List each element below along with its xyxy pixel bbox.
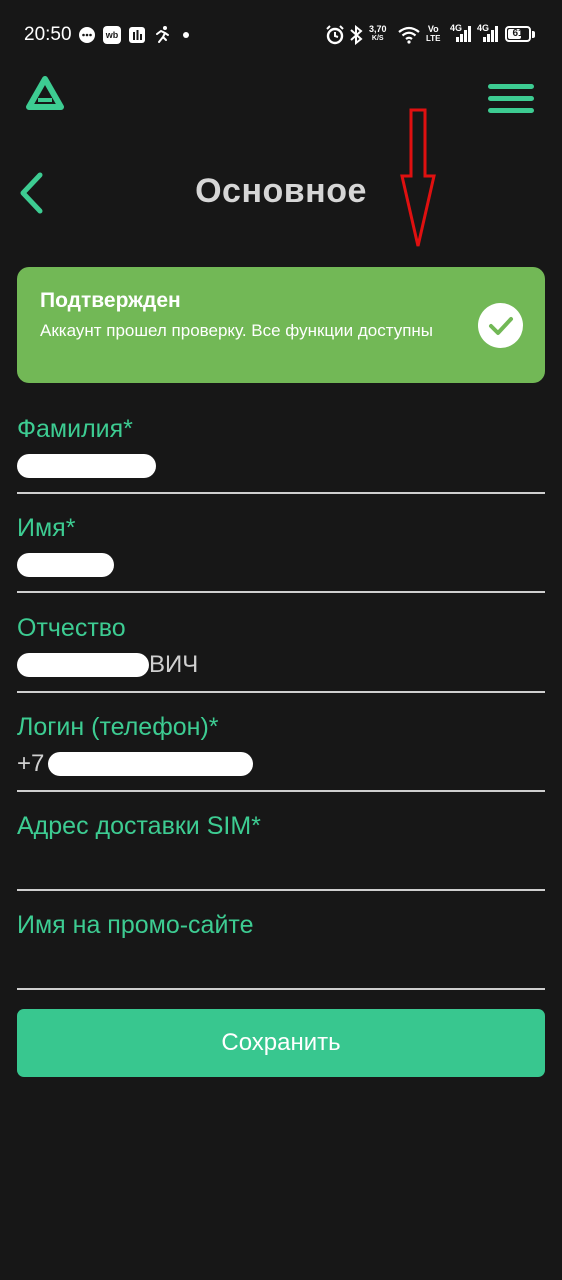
network-speed-value: 3,70 [369,24,387,34]
annotation-arrow-icon [398,106,438,252]
sim1-label: 4G [450,23,463,33]
redacted-value [17,454,156,478]
patronymic-input[interactable]: ВИЧ [17,650,198,680]
save-button[interactable]: Сохранить [17,1009,545,1077]
login-input[interactable]: +7 [17,749,254,779]
wb-app-icon: wb [103,24,121,46]
verified-text: Аккаунт прошел проверку. Все функции дос… [40,321,434,340]
page-title: Основное [195,172,367,210]
message-icon [78,24,96,46]
sim2-label: 4G [477,23,490,33]
network-speed-unit: K/S [371,35,384,42]
status-bar: 20:50 wb 3,70 K/S Vo LTE 4G 4G 61 [0,0,562,70]
name-input[interactable] [17,550,114,580]
volte-bottom: LTE [426,34,441,43]
promo-name-field[interactable]: Имя на промо-сайте [17,911,545,991]
login-prefix: +7 [17,750,45,777]
verified-status-card: Подтвержден Аккаунт прошел проверку. Все… [17,267,545,383]
patronymic-field[interactable]: Отчество ВИЧ [17,614,545,694]
login-label: Логин (телефон)* [17,713,219,741]
patronymic-underline [17,691,545,693]
signal-icon: 4G [450,22,472,44]
hamburger-menu-icon[interactable] [486,82,536,116]
redacted-value [17,553,114,577]
running-icon [153,24,171,46]
wifi-icon [398,24,420,46]
patronymic-suffix: ВИЧ [149,651,199,678]
surname-underline [17,492,545,494]
alarm-icon [325,24,345,46]
bluetooth-icon [349,24,363,46]
address-field[interactable]: Адрес доставки SIM* [17,812,545,892]
battery-level: 61 [512,28,524,39]
notification-dot-icon [183,24,189,46]
patronymic-label: Отчество [17,614,126,642]
promo-name-label: Имя на промо-сайте [17,911,254,939]
triangle-logo-icon[interactable] [26,76,64,110]
battery-nub [532,31,535,38]
battery-icon: 61 [505,26,531,42]
volte-top: Vo [427,24,439,34]
docs-app-icon [128,24,146,46]
verified-title: Подтвержден [40,289,181,312]
name-label: Имя* [17,514,76,542]
surname-field[interactable]: Фамилия* [17,415,545,495]
redacted-value [17,653,149,677]
signal-icon-2: 4G [477,22,499,44]
promo-name-underline [17,988,545,990]
volte-icon: Vo LTE [426,23,441,45]
name-field[interactable]: Имя* [17,514,545,594]
surname-label: Фамилия* [17,415,133,443]
address-label: Адрес доставки SIM* [17,812,261,840]
surname-input[interactable] [17,451,156,481]
status-time: 20:50 [24,24,72,45]
address-underline [17,889,545,891]
network-speed: 3,70 K/S [369,23,387,45]
name-underline [17,591,545,593]
login-phone-field[interactable]: Логин (телефон)* +7 [17,713,545,793]
redacted-value [48,752,254,776]
checkmark-icon [478,303,523,348]
login-underline [17,790,545,792]
